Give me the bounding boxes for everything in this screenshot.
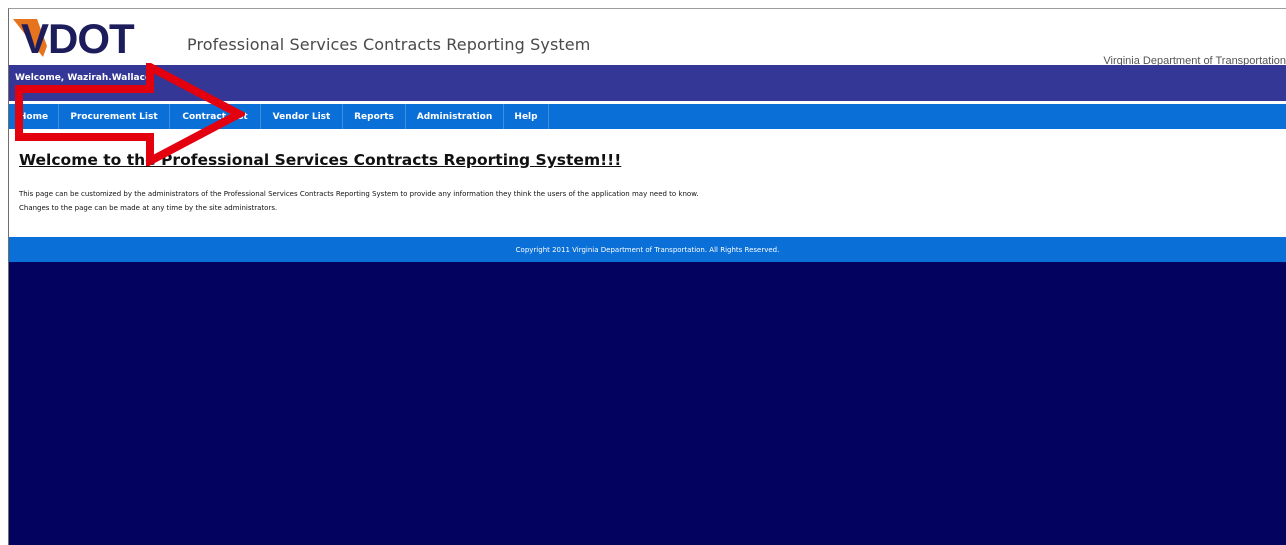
nav-reports[interactable]: Reports	[343, 104, 406, 129]
intro-text-line-1: This page can be customized by the admin…	[19, 190, 699, 198]
main-content: Welcome to the Professional Services Con…	[9, 129, 1286, 237]
nav-vendor-list[interactable]: Vendor List	[261, 104, 343, 129]
page-header: VDOT Professional Services Contracts Rep…	[9, 9, 1286, 67]
logo-text: VDOT	[21, 15, 135, 59]
page-footer: Copyright 2011 Virginia Department of Tr…	[9, 237, 1286, 262]
empty-background-area	[9, 262, 1286, 545]
welcome-bar: Welcome, Wazirah.Wallace	[9, 65, 1286, 101]
app-title: Professional Services Contracts Reportin…	[187, 35, 591, 54]
intro-text-line-2: Changes to the page can be made at any t…	[19, 204, 278, 212]
nav-procurement-list[interactable]: Procurement List	[59, 104, 170, 129]
nav-help[interactable]: Help	[504, 104, 549, 129]
vdot-logo: VDOT	[13, 15, 136, 59]
main-nav: Home Procurement List Contract List Vend…	[9, 104, 1286, 129]
welcome-user-text: Welcome, Wazirah.Wallace	[15, 73, 152, 83]
nav-administration[interactable]: Administration	[406, 104, 504, 129]
nav-contract-list[interactable]: Contract List	[170, 104, 261, 129]
page-heading: Welcome to the Professional Services Con…	[19, 151, 622, 169]
nav-home[interactable]: Home	[9, 104, 59, 129]
copyright-text: Copyright 2011 Virginia Department of Tr…	[515, 246, 780, 254]
